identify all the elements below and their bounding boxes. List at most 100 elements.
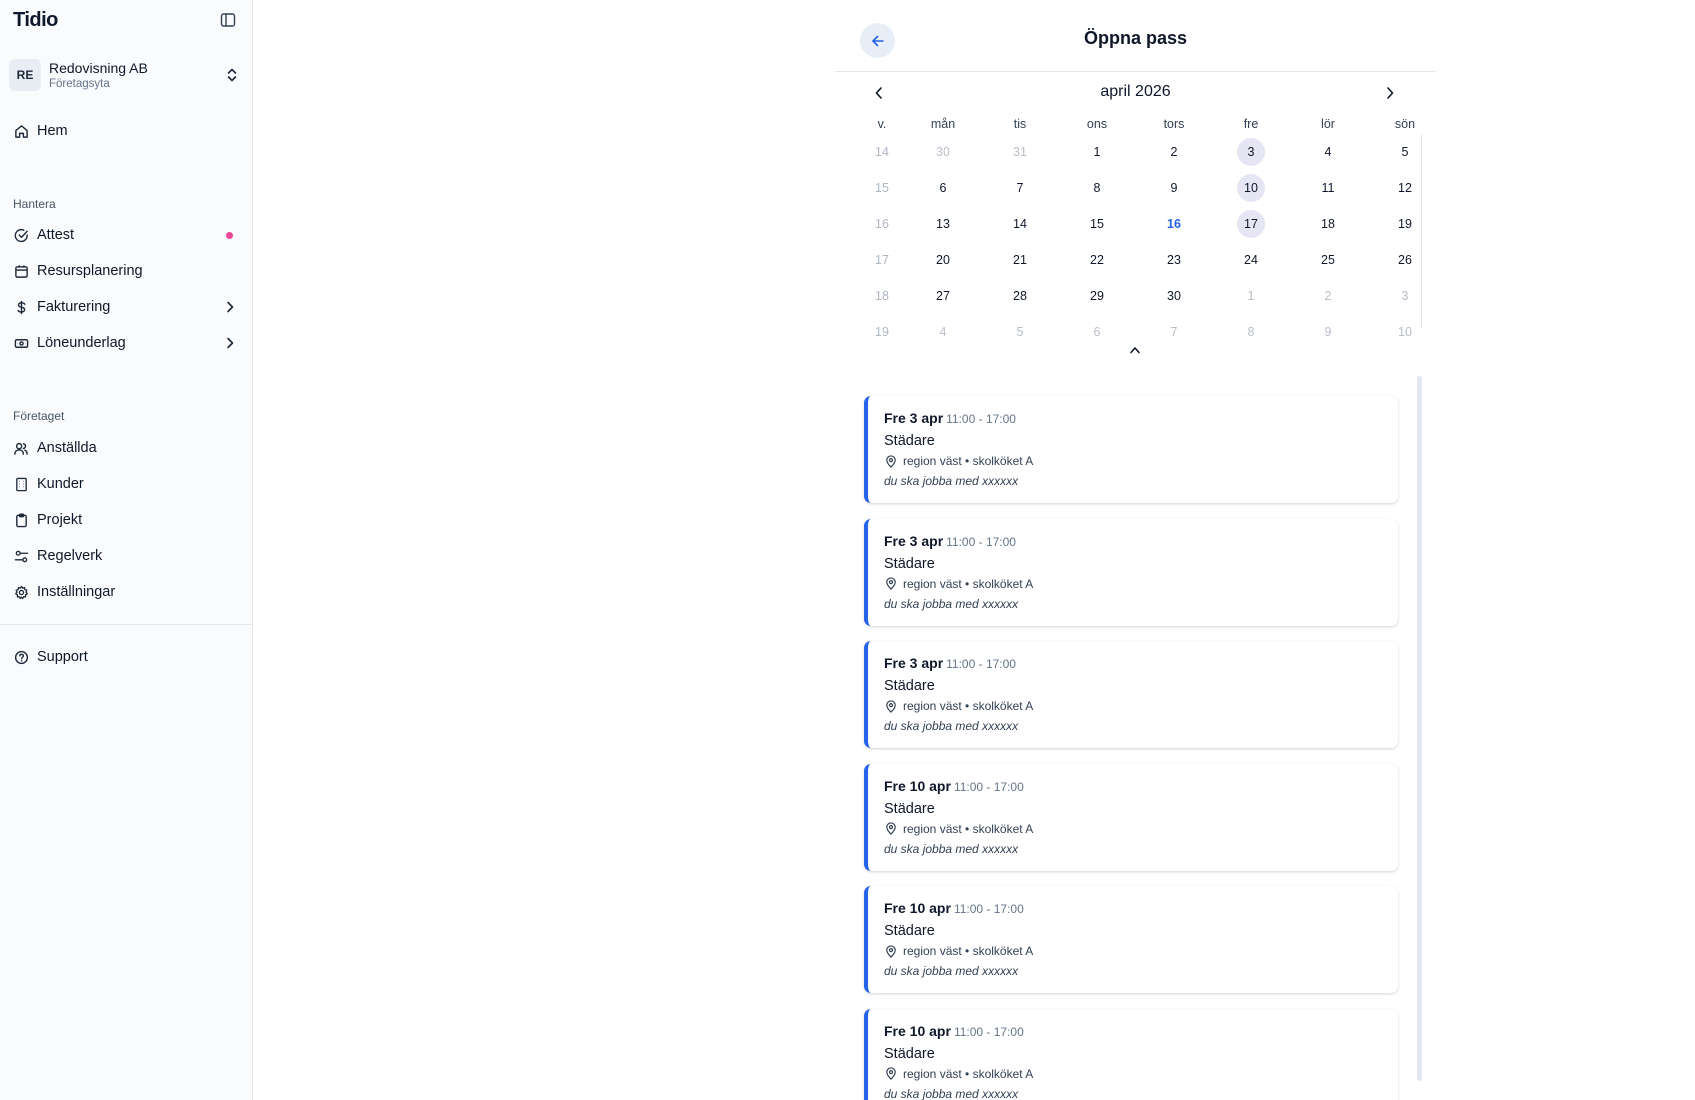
sidebar-item-projects[interactable]: Projekt [13, 508, 238, 532]
org-switcher[interactable]: RE Redovisning AB Företagsyta [9, 57, 240, 93]
weekday-header: tors [1163, 117, 1185, 131]
sidebar-toggle-icon[interactable] [218, 10, 238, 30]
calendar-icon [13, 263, 29, 279]
calendar-day[interactable]: 15 [1083, 210, 1111, 238]
sidebar-item-customers[interactable]: Kunder [13, 472, 238, 496]
shift-role: Städare [884, 555, 935, 572]
sidebar-item-support[interactable]: Support [13, 645, 238, 669]
shift-note: du ska jobba med xxxxxx [884, 1086, 1019, 1100]
calendar-day[interactable]: 3 [1391, 282, 1419, 310]
clipboard-icon [13, 512, 29, 528]
shift-time: 11:00 - 17:00 [953, 1024, 1024, 1039]
shift-datetime: Fre 10 apr 11:00 - 17:00 [884, 1023, 1398, 1041]
shift-time: 11:00 - 17:00 [953, 902, 1024, 916]
calendar-week-row: 17 20 21 22 23 24 25 26 [843, 246, 1423, 278]
shift-card[interactable]: Fre 3 apr 11:00 - 17:00 Städare region väst… [864, 641, 1398, 748]
calendar-day[interactable]: 5 [1006, 318, 1034, 346]
calendar-day-with-shifts[interactable]: 10 [1237, 174, 1265, 202]
calendar-day[interactable]: 28 [1006, 282, 1034, 310]
help-circle-icon [13, 649, 29, 665]
shift-card[interactable]: Fre 10 apr 11:00 - 17:00 Städare region väs… [864, 763, 1398, 871]
shift-datetime: Fre 3 apr 11:00 - 17:00 [884, 410, 1398, 428]
calendar-day[interactable]: 24 [1237, 246, 1265, 274]
weekday-header: tis [1013, 117, 1027, 131]
brand-logo: Tidio [13, 8, 58, 31]
sidebar-item-rules[interactable]: Regelverk [13, 544, 238, 568]
calendar-day[interactable]: 18 [1314, 210, 1342, 238]
calendar-day[interactable]: 7 [1006, 174, 1034, 202]
shift-role: Städare [884, 1045, 935, 1062]
page-title: Öppna pass [1083, 28, 1188, 48]
calendar-day[interactable]: 20 [929, 246, 957, 274]
shift-note: du ska jobba med xxxxxx [884, 596, 1019, 611]
calendar-day[interactable]: 30 [1160, 282, 1188, 310]
calendar-day-with-shifts[interactable]: 3 [1237, 138, 1265, 166]
chevron-up-icon [1130, 347, 1140, 354]
weekday-header: mån [930, 117, 956, 131]
shift-location: region väst • skolköket A [884, 698, 1398, 714]
calendar-day[interactable]: 12 [1391, 174, 1419, 202]
shift-note: du ska jobba med xxxxxx [884, 841, 1019, 856]
calendar-day[interactable]: 11 [1314, 174, 1342, 202]
sidebar-item-home[interactable]: Hem [13, 119, 238, 143]
calendar-day[interactable]: 31 [1006, 138, 1034, 166]
calendar-day[interactable]: 10 [1391, 318, 1419, 346]
org-name: Redovisning AB [49, 59, 148, 76]
calendar-day[interactable]: 5 [1391, 138, 1419, 166]
shift-location: region väst • skolköket A [884, 943, 1398, 959]
calendar-day[interactable]: 13 [929, 210, 957, 238]
calendar-day[interactable]: 6 [1083, 318, 1111, 346]
shift-card[interactable]: Fre 10 apr 11:00 - 17:00 Städare region väs… [864, 1008, 1398, 1100]
shift-location-text: region väst • skolköket A [903, 454, 1034, 468]
calendar-day[interactable]: 30 [929, 138, 957, 166]
calendar-day[interactable]: 4 [1314, 138, 1342, 166]
gear-icon [13, 584, 29, 600]
shift-location: region väst • skolköket A [884, 821, 1398, 837]
calendar-day[interactable]: 21 [1006, 246, 1034, 274]
sidebar-item-attest[interactable]: Attest [13, 223, 238, 247]
sidebar-item-settings[interactable]: Inställningar [13, 580, 238, 604]
calendar-day[interactable]: 2 [1160, 138, 1188, 166]
shift-card[interactable]: Fre 10 apr 11:00 - 17:00 Städare region väs… [864, 886, 1398, 993]
calendar-day[interactable]: 9 [1160, 174, 1188, 202]
calendar-day[interactable]: 14 [1006, 210, 1034, 238]
calendar-day-today[interactable]: 16 [1160, 210, 1188, 238]
shift-card[interactable]: Fre 3 apr 11:00 - 17:00 Städare region väst… [864, 396, 1398, 503]
week-number: 15 [875, 181, 889, 195]
sidebar-item-invoicing[interactable]: Fakturering [13, 295, 238, 319]
sidebar: Tidio RE Redovisning AB Företagsyta Hem … [0, 0, 253, 1100]
calendar-day[interactable]: 23 [1160, 246, 1188, 274]
calendar-day[interactable]: 26 [1391, 246, 1419, 274]
calendar-day[interactable]: 29 [1083, 282, 1111, 310]
calendar-day[interactable]: 2 [1314, 282, 1342, 310]
calendar-day[interactable]: 19 [1391, 210, 1419, 238]
shift-date: Fre 3 apr [884, 655, 944, 671]
calendar-week-row: 15 6 7 8 9 10 11 12 [843, 174, 1423, 206]
calendar-day[interactable]: 6 [929, 174, 957, 202]
calendar-day[interactable]: 25 [1314, 246, 1342, 274]
weekday-header: lör [1321, 117, 1335, 131]
calendar-day-with-shifts[interactable]: 17 [1237, 210, 1265, 238]
calendar-day[interactable]: 8 [1237, 318, 1265, 346]
sidebar-item-payroll[interactable]: Löneunderlag [13, 331, 238, 355]
calendar-day[interactable]: 4 [929, 318, 957, 346]
org-text: Redovisning AB Företagsyta [49, 60, 224, 91]
shift-list-scrollbar[interactable] [1417, 376, 1422, 1081]
shift-location: region väst • skolköket A [884, 453, 1398, 469]
sidebar-item-resource-planning[interactable]: Resursplanering [13, 259, 238, 283]
calendar-day[interactable]: 7 [1160, 318, 1188, 346]
map-pin-icon [884, 822, 898, 836]
calendar-day[interactable]: 9 [1314, 318, 1342, 346]
calendar-day[interactable]: 27 [929, 282, 957, 310]
shift-card[interactable]: Fre 3 apr 11:00 - 17:00 Städare region väst… [864, 518, 1398, 626]
calendar-day[interactable]: 22 [1083, 246, 1111, 274]
next-month-button[interactable] [1380, 83, 1400, 103]
calendar-day[interactable]: 1 [1083, 138, 1111, 166]
notification-dot [226, 231, 233, 239]
sidebar-item-employees[interactable]: Anställda [13, 436, 238, 460]
calendar-day[interactable]: 8 [1083, 174, 1111, 202]
collapse-calendar-button[interactable] [1125, 342, 1145, 358]
calendar-day[interactable]: 1 [1237, 282, 1265, 310]
brand-row: Tidio [13, 8, 238, 32]
map-pin-icon [884, 1067, 898, 1081]
